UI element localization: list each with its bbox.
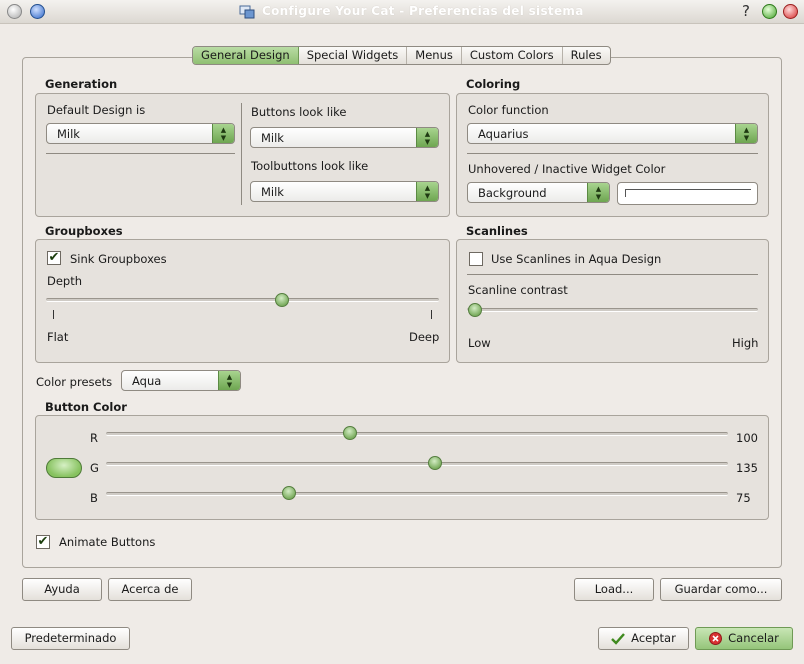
buttons-look-label: Buttons look like	[251, 105, 347, 119]
window-menu-button[interactable]	[7, 4, 22, 19]
buttons-look-combo[interactable]: Milk ▲ ▼	[250, 127, 439, 148]
divider	[467, 153, 758, 154]
use-scanlines-label: Use Scanlines in Aqua Design	[491, 252, 662, 266]
check-icon: ✔	[37, 534, 49, 549]
check-icon: ✔	[48, 250, 60, 265]
contrast-max-label: High	[732, 336, 759, 350]
combo-arrows-icon: ▲ ▼	[735, 124, 757, 143]
slider-tick	[53, 310, 54, 319]
slider-tick	[431, 310, 432, 319]
blue-slider-handle[interactable]	[281, 486, 296, 500]
depth-label: Depth	[47, 274, 83, 288]
color-swatch	[625, 189, 751, 197]
unhovered-label: Unhovered / Inactive Widget Color	[468, 162, 666, 176]
red-slider-track[interactable]	[106, 432, 728, 436]
red-value: 100	[736, 431, 758, 445]
minimize-button[interactable]	[762, 4, 777, 19]
color-function-value: Aquarius	[478, 127, 529, 141]
divider	[46, 153, 235, 154]
generation-title: Generation	[45, 77, 118, 91]
tab-custom-colors[interactable]: Custom Colors	[462, 47, 563, 64]
scanline-contrast-label: Scanline contrast	[468, 283, 568, 297]
red-channel-label: R	[90, 431, 98, 445]
app-icon	[239, 5, 255, 19]
tab-general-design[interactable]: General Design	[193, 47, 299, 64]
combo-arrows-icon: ▲ ▼	[218, 371, 240, 390]
cancel-button-label: Cancelar	[728, 631, 779, 645]
scanline-contrast-slider-handle[interactable]	[468, 303, 482, 317]
groupboxes-title: Groupboxes	[45, 224, 123, 238]
color-presets-combo[interactable]: Aqua ▲ ▼	[121, 370, 241, 391]
animate-buttons-checkbox[interactable]: ✔	[36, 535, 50, 549]
toolbuttons-look-combo[interactable]: Milk ▲ ▼	[250, 181, 439, 202]
green-slider-track[interactable]	[106, 462, 728, 466]
depth-slider-handle[interactable]	[274, 293, 289, 307]
toolbuttons-look-label: Toolbuttons look like	[251, 159, 369, 173]
cancel-button[interactable]: Cancelar	[695, 627, 793, 650]
depth-max-label: Deep	[409, 330, 440, 344]
about-button[interactable]: Acerca de	[108, 578, 192, 601]
button-color-preview	[46, 458, 82, 478]
save-as-button[interactable]: Guardar como...	[660, 578, 782, 601]
sink-groupboxes-checkbox[interactable]: ✔	[47, 251, 61, 265]
animate-buttons-label: Animate Buttons	[59, 535, 156, 549]
red-slider-handle[interactable]	[342, 426, 357, 440]
green-channel-label: G	[90, 461, 99, 475]
window-title: Configure Your Cat - Preferencias del si…	[262, 4, 584, 18]
checkmark-icon	[611, 632, 626, 645]
unhovered-color-combo[interactable]: Background ▲ ▼	[467, 182, 610, 203]
defaults-button[interactable]: Predeterminado	[11, 627, 130, 650]
default-design-combo[interactable]: Milk ▲ ▼	[46, 123, 235, 144]
ok-button-label: Aceptar	[631, 631, 676, 645]
tab-special-widgets[interactable]: Special Widgets	[299, 47, 408, 64]
blue-value: 75	[736, 491, 751, 505]
default-design-label: Default Design is	[47, 103, 146, 117]
button-color-title: Button Color	[45, 400, 127, 414]
color-picker-field[interactable]	[617, 182, 758, 205]
tab-menus[interactable]: Menus	[407, 47, 462, 64]
color-function-label: Color function	[468, 103, 549, 117]
depth-min-label: Flat	[47, 330, 69, 344]
divider	[467, 274, 758, 275]
combo-arrows-icon: ▲ ▼	[587, 183, 609, 202]
default-design-value: Milk	[57, 127, 80, 141]
button-color-group	[35, 415, 769, 520]
divider	[241, 103, 242, 205]
tab-rules[interactable]: Rules	[563, 47, 610, 64]
depth-slider-track[interactable]	[46, 298, 439, 302]
help-icon[interactable]: ?	[742, 2, 750, 20]
scanlines-title: Scanlines	[466, 224, 528, 238]
combo-arrows-icon: ▲ ▼	[416, 128, 438, 147]
coloring-title: Coloring	[466, 77, 521, 91]
cancel-icon	[709, 632, 723, 645]
close-window-button[interactable]	[783, 4, 798, 19]
unhovered-color-value: Background	[478, 186, 547, 200]
combo-arrows-icon: ▲ ▼	[416, 182, 438, 201]
use-scanlines-checkbox[interactable]	[469, 252, 483, 266]
tab-bar: General Design Special Widgets Menus Cus…	[192, 46, 611, 65]
ok-button[interactable]: Aceptar	[598, 627, 689, 650]
color-presets-value: Aqua	[132, 374, 162, 388]
blue-slider-track[interactable]	[106, 492, 728, 496]
color-presets-label: Color presets	[36, 375, 113, 389]
blue-channel-label: B	[90, 491, 98, 505]
contrast-min-label: Low	[468, 336, 491, 350]
load-button[interactable]: Load...	[574, 578, 654, 601]
green-value: 135	[736, 461, 758, 475]
sink-groupboxes-label: Sink Groupboxes	[70, 252, 167, 266]
buttons-look-value: Milk	[261, 131, 284, 145]
scanline-contrast-slider-track[interactable]	[467, 308, 758, 312]
color-function-combo[interactable]: Aquarius ▲ ▼	[467, 123, 758, 144]
help-button[interactable]: Ayuda	[22, 578, 102, 601]
toolbuttons-look-value: Milk	[261, 185, 284, 199]
combo-arrows-icon: ▲ ▼	[212, 124, 234, 143]
window-sticky-button[interactable]	[30, 4, 45, 19]
